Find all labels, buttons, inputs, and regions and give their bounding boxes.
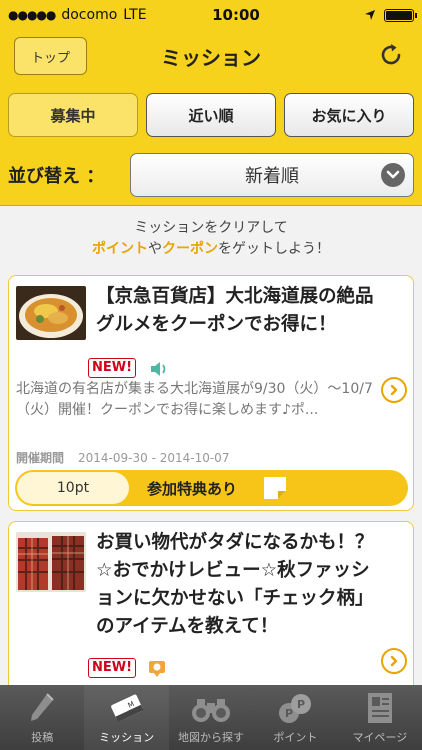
new-badge: NEW! bbox=[88, 658, 137, 678]
tab-mission[interactable]: M ミッション bbox=[84, 685, 169, 750]
intro-coupon-word: クーポン bbox=[162, 241, 218, 257]
chevron-down-icon bbox=[381, 162, 405, 187]
battery-icon bbox=[384, 8, 417, 22]
binoculars-icon bbox=[192, 699, 231, 722]
intro-ya: や bbox=[148, 241, 162, 257]
profile-card-icon bbox=[367, 693, 392, 723]
tab-nearby[interactable]: 近い順 bbox=[146, 93, 276, 137]
sort-select[interactable]: 新着順 bbox=[130, 152, 414, 197]
mission-description: 北海道の有名店が集まる大北海道展が9/30（火）〜10/7（火）開催！クーポンで… bbox=[16, 381, 373, 418]
status-bar: ●●●●● docomo LTE 10:00 bbox=[0, 0, 422, 30]
page-title: ミッション bbox=[161, 45, 261, 70]
bottom-tab-bar: 投稿 M ミッション 地図から探す P P ポイント マイページ bbox=[0, 685, 422, 750]
camera-pin-icon bbox=[149, 661, 165, 677]
svg-text:P: P bbox=[285, 707, 293, 720]
svg-text:P: P bbox=[297, 698, 305, 711]
location-arrow-icon bbox=[365, 10, 375, 20]
network-type: LTE bbox=[123, 7, 147, 23]
coins-icon: P P bbox=[279, 694, 312, 723]
tab-label: ミッション bbox=[99, 731, 155, 744]
period-label: 開催期間 bbox=[16, 451, 65, 465]
mission-card-icon: M bbox=[110, 694, 144, 723]
pen-icon bbox=[31, 693, 54, 721]
ramen-thumbnail bbox=[16, 286, 86, 340]
filter-tabs: 募集中 近い順 お気に入り bbox=[0, 82, 422, 144]
tab-map-search[interactable]: 地図から探す bbox=[169, 685, 253, 750]
chevron-right-icon[interactable] bbox=[381, 648, 407, 674]
navigation-bar: トップ ミッション bbox=[0, 30, 422, 82]
tab-label: 地図から探す bbox=[178, 731, 245, 744]
mission-card[interactable]: 【京急百貨店】大北海道展の絶品グルメをクーポンでお得に！ NEW! 北海道の有名… bbox=[8, 275, 414, 511]
top-button[interactable]: トップ bbox=[14, 37, 87, 75]
sort-label: 並び替え ： bbox=[8, 165, 105, 187]
tab-recruiting[interactable]: 募集中 bbox=[8, 93, 138, 137]
mission-period: 開催期間 2014-09-30 - 2014-10-07 bbox=[16, 449, 229, 466]
tab-mypage[interactable]: マイページ bbox=[338, 685, 422, 750]
intro-message: ミッションをクリアして ポイントやクーポンをゲットしよう！ bbox=[0, 218, 422, 260]
new-badge: NEW! bbox=[88, 358, 137, 378]
intro-point-word: ポイント bbox=[92, 241, 148, 257]
reward-bar: 10pt 参加特典あり bbox=[15, 470, 408, 506]
refresh-icon bbox=[381, 44, 401, 65]
tab-label: ポイント bbox=[273, 731, 318, 744]
tab-label: 投稿 bbox=[31, 731, 54, 744]
speaker-icon bbox=[151, 362, 166, 376]
refresh-button[interactable] bbox=[376, 40, 406, 70]
plaid-shirts-thumbnail bbox=[16, 532, 86, 592]
status-time: 10:00 bbox=[212, 6, 260, 24]
tab-label: マイページ bbox=[352, 731, 408, 744]
mission-title: 【京急百貨店】大北海道展の絶品グルメをクーポンでお得に！ bbox=[96, 286, 374, 335]
chevron-right-icon[interactable] bbox=[381, 377, 407, 403]
intro-line-2: ポイントやクーポンをゲットしよう！ bbox=[0, 239, 422, 260]
tab-points[interactable]: P P ポイント bbox=[253, 685, 337, 750]
status-left: ●●●●● docomo LTE bbox=[8, 7, 168, 23]
points-value: 10pt bbox=[17, 472, 129, 504]
mission-title: お買い物代がタダになるかも！？☆おでかけレビュー☆秋ファッションに欠かせない「チ… bbox=[96, 532, 374, 637]
carrier-name: docomo bbox=[61, 7, 118, 23]
intro-tail: をゲットしよう！ bbox=[218, 241, 330, 257]
period-dates: 2014-09-30 - 2014-10-07 bbox=[78, 451, 230, 465]
sort-bar: 並び替え ： 新着順 bbox=[0, 144, 422, 206]
status-right bbox=[364, 8, 417, 22]
reward-label: 参加特典あり bbox=[147, 479, 238, 498]
tab-post[interactable]: 投稿 bbox=[0, 685, 84, 750]
ticket-icon bbox=[264, 477, 286, 499]
tab-favorites[interactable]: お気に入り bbox=[284, 93, 414, 137]
sort-selected-value: 新着順 bbox=[245, 165, 299, 187]
signal-strength-icon: ●●●●● bbox=[8, 8, 56, 22]
intro-line-1: ミッションをクリアして bbox=[134, 220, 288, 236]
